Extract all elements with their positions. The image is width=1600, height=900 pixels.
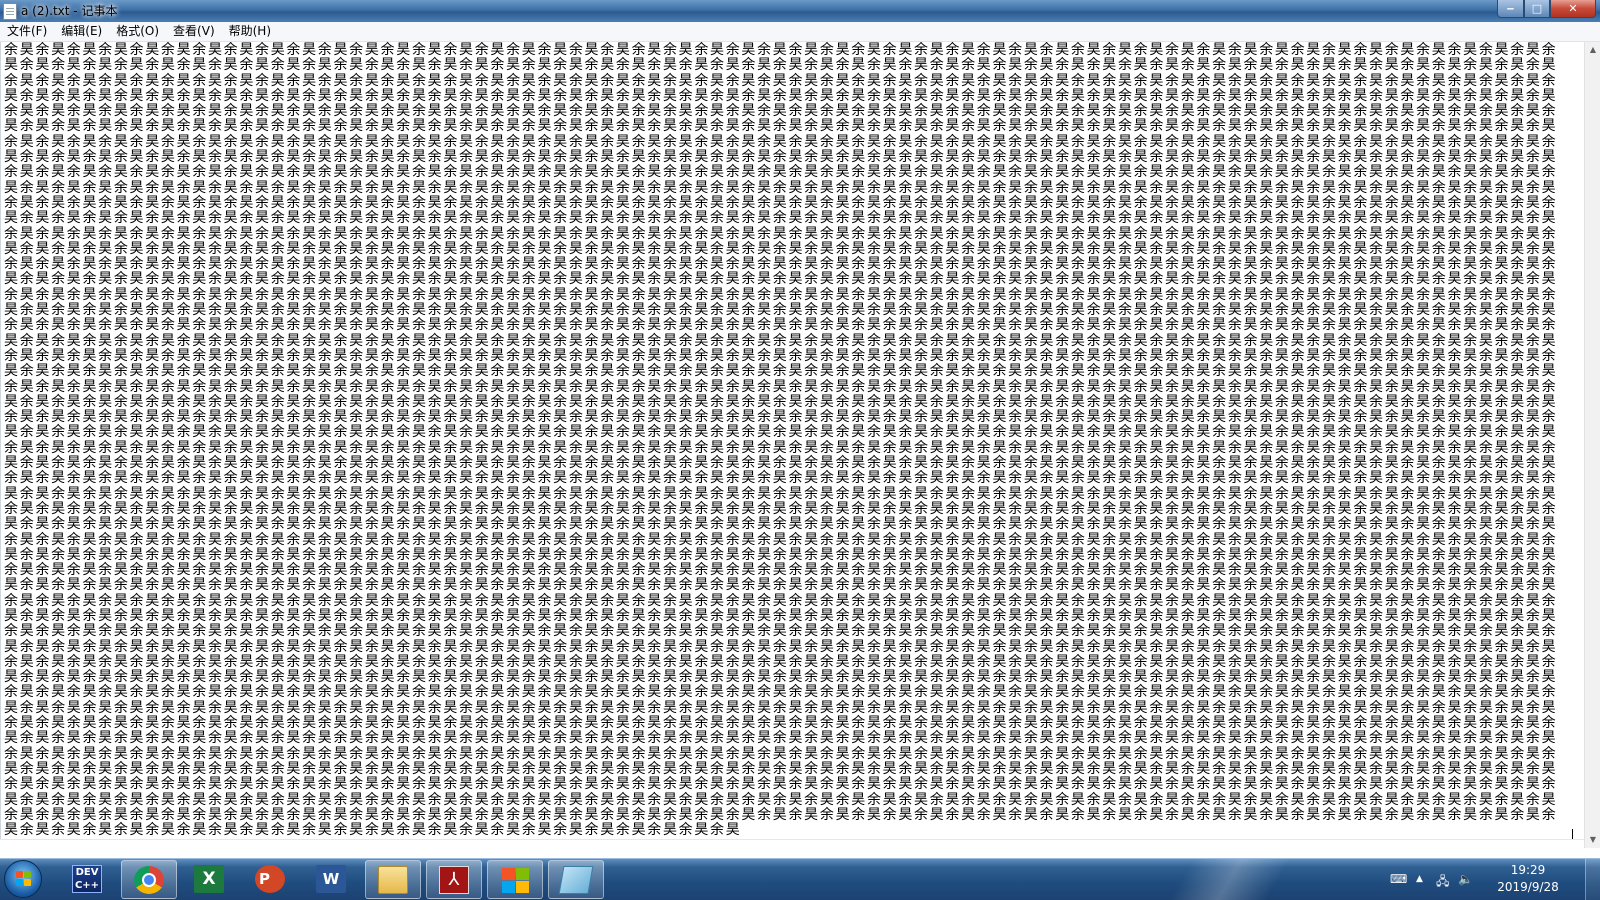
document-text[interactable]: 余昊余昊余昊余昊余昊余昊余昊余昊余昊余昊余昊余昊余昊余昊余昊余昊余昊余昊余昊余昊…: [4, 42, 1572, 838]
volume-icon[interactable]: 🔈: [1458, 872, 1473, 886]
word-icon: W: [316, 865, 346, 893]
dev-cpp-icon: DEV C++: [72, 865, 102, 893]
taskbar-notepad[interactable]: [548, 860, 604, 899]
menu-file[interactable]: 文件(F): [0, 22, 54, 41]
editor-bottom-border: [0, 839, 1584, 848]
vertical-scrollbar[interactable]: ▲ ▼: [1584, 42, 1600, 848]
show-hidden-icons-icon[interactable]: ▲: [1416, 874, 1423, 884]
taskbar-excel[interactable]: X: [182, 860, 238, 899]
menu-view[interactable]: 查看(V): [166, 22, 222, 41]
taskbar-powerpoint[interactable]: P: [243, 860, 299, 899]
window-title: a (2).txt - 记事本: [21, 4, 118, 18]
scroll-up-arrow-icon[interactable]: ▲: [1585, 42, 1600, 58]
maximize-button[interactable]: □: [1524, 0, 1550, 18]
menu-bar: 文件(F) 编辑(E) 格式(O) 查看(V) 帮助(H): [0, 22, 1600, 42]
network-icon[interactable]: 🖧: [1436, 872, 1449, 893]
taskbar: DEV C++ X P W ⅄ ⌨ ▲ 🖧 🔈 19:29 2019/9/28: [0, 858, 1600, 900]
adobe-reader-icon: ⅄: [439, 866, 469, 894]
close-button[interactable]: ✕: [1550, 0, 1596, 18]
file-explorer-icon: [378, 866, 408, 894]
maximize-icon: □: [1531, 2, 1543, 15]
start-button[interactable]: [4, 860, 42, 898]
clock-time: 19:29: [1510, 863, 1546, 877]
show-desktop-button[interactable]: [1585, 859, 1600, 900]
minimize-icon: ‒: [1506, 2, 1515, 15]
close-icon: ✕: [1568, 2, 1578, 15]
windows-logo-icon: [16, 871, 32, 887]
notepad-icon: [558, 866, 594, 894]
system-clock[interactable]: 19:29 2019/9/28: [1488, 862, 1568, 896]
dev-cpp-label: DEV: [75, 867, 99, 878]
excel-icon: X: [194, 865, 224, 893]
taskbar-word[interactable]: W: [304, 860, 360, 899]
taskbar-file-explorer[interactable]: [365, 860, 421, 899]
taskbar-chrome[interactable]: [121, 860, 177, 899]
notepad-app-icon[interactable]: [3, 3, 17, 20]
scroll-down-arrow-icon[interactable]: ▼: [1585, 832, 1600, 848]
keyboard-icon[interactable]: ⌨: [1390, 872, 1407, 886]
menu-edit[interactable]: 编辑(E): [54, 22, 109, 41]
text-editor[interactable]: 余昊余昊余昊余昊余昊余昊余昊余昊余昊余昊余昊余昊余昊余昊余昊余昊余昊余昊余昊余昊…: [0, 42, 1584, 839]
menu-format[interactable]: 格式(O): [109, 22, 166, 41]
menu-help[interactable]: 帮助(H): [222, 22, 278, 41]
taskbar-adobe-reader[interactable]: ⅄: [426, 860, 482, 899]
title-bar[interactable]: a (2).txt - 记事本 ‒ □ ✕: [0, 0, 1600, 22]
clock-date: 2019/9/28: [1497, 880, 1559, 894]
system-tray: ⌨ ▲ 🖧 🔈 19:29 2019/9/28: [1390, 859, 1600, 900]
powerpoint-icon: P: [255, 865, 285, 893]
microsoft-store-icon: [500, 866, 530, 894]
taskbar-microsoft-store[interactable]: [487, 860, 543, 899]
window-controls: ‒ □ ✕: [1497, 0, 1596, 18]
taskbar-dev-cpp[interactable]: DEV C++: [60, 860, 116, 899]
chrome-icon: [134, 866, 164, 894]
minimize-button[interactable]: ‒: [1497, 0, 1524, 18]
